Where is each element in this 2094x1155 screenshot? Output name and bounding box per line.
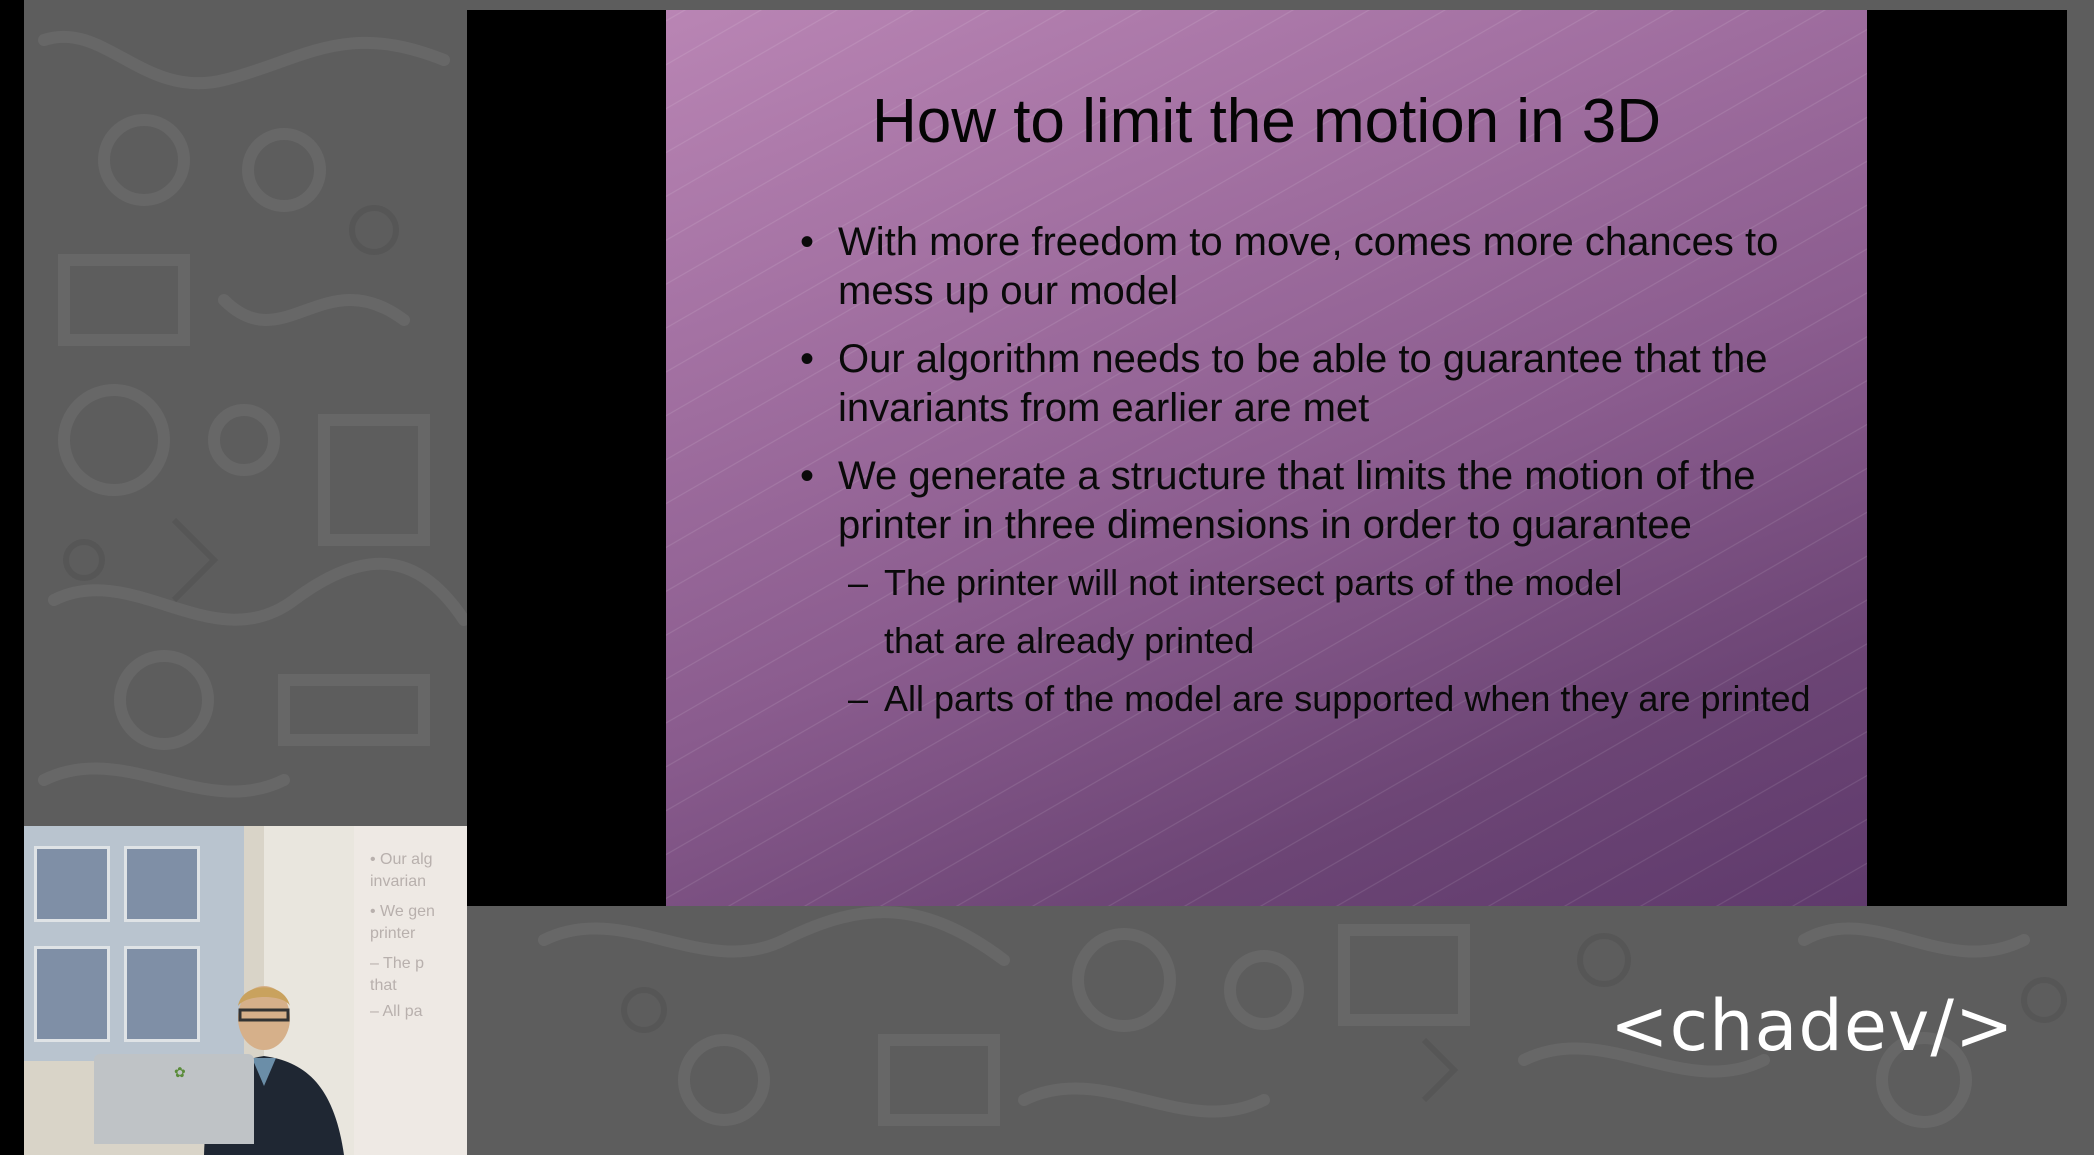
slide-letterbox: How to limit the motion in 3D • With mor… xyxy=(467,10,2067,906)
sub-bullet-item: – All parts of the model are supported w… xyxy=(738,670,1838,728)
laptop-sticker-icon: ✿ xyxy=(174,1064,186,1080)
bullet-marker: • xyxy=(800,454,815,498)
window-pane xyxy=(34,946,110,1042)
bullet-list: • With more freedom to move, comes more … xyxy=(738,218,1838,728)
slide-title: How to limit the motion in 3D xyxy=(871,87,1662,156)
screen-fragment: – The p xyxy=(370,955,424,972)
bullet-item: • We generate a structure that limits th… xyxy=(738,452,1838,550)
speaker-webcam: • Our alg invarian • We gen printer – Th… xyxy=(24,826,467,1155)
video-frame: How to limit the motion in 3D • With mor… xyxy=(0,0,2094,1155)
sub-bullet-marker: – xyxy=(848,562,869,603)
window-pane xyxy=(124,846,200,922)
projection-screen: • Our alg invarian • We gen printer – Th… xyxy=(354,826,467,1155)
sub-bullet-line: that are already printed xyxy=(884,620,1255,661)
bullet-text: We generate a structure that limits the … xyxy=(838,454,1756,547)
laptop: ✿ xyxy=(94,1054,254,1144)
sub-bullet-marker: – xyxy=(848,678,869,719)
sub-bullet-line: The printer will not intersect parts of … xyxy=(884,562,1623,603)
screen-fragment: invarian xyxy=(370,873,427,890)
screen-fragment: – All pa xyxy=(370,1003,423,1020)
sub-bullet-text: All parts of the model are supported whe… xyxy=(884,678,1811,719)
bullet-marker: • xyxy=(800,220,815,264)
presentation-slide: How to limit the motion in 3D • With mor… xyxy=(666,10,1867,906)
sub-bullet-item: – The printer will not intersect parts o… xyxy=(738,554,1838,670)
screen-fragment: • Our alg xyxy=(370,851,433,868)
screen-fragment: • We gen xyxy=(370,903,435,920)
bullet-item: • With more freedom to move, comes more … xyxy=(738,218,1838,316)
chadev-logo: <chadev/> xyxy=(1610,985,2015,1067)
window-pane xyxy=(34,846,110,922)
bullet-text: Our algorithm needs to be able to guaran… xyxy=(838,337,1768,430)
screen-fragment: printer xyxy=(370,925,416,942)
bullet-marker: • xyxy=(800,337,815,381)
screen-fragment: that xyxy=(370,977,397,994)
bullet-item: • Our algorithm needs to be able to guar… xyxy=(738,335,1838,433)
bullet-text: With more freedom to move, comes more ch… xyxy=(838,220,1779,313)
